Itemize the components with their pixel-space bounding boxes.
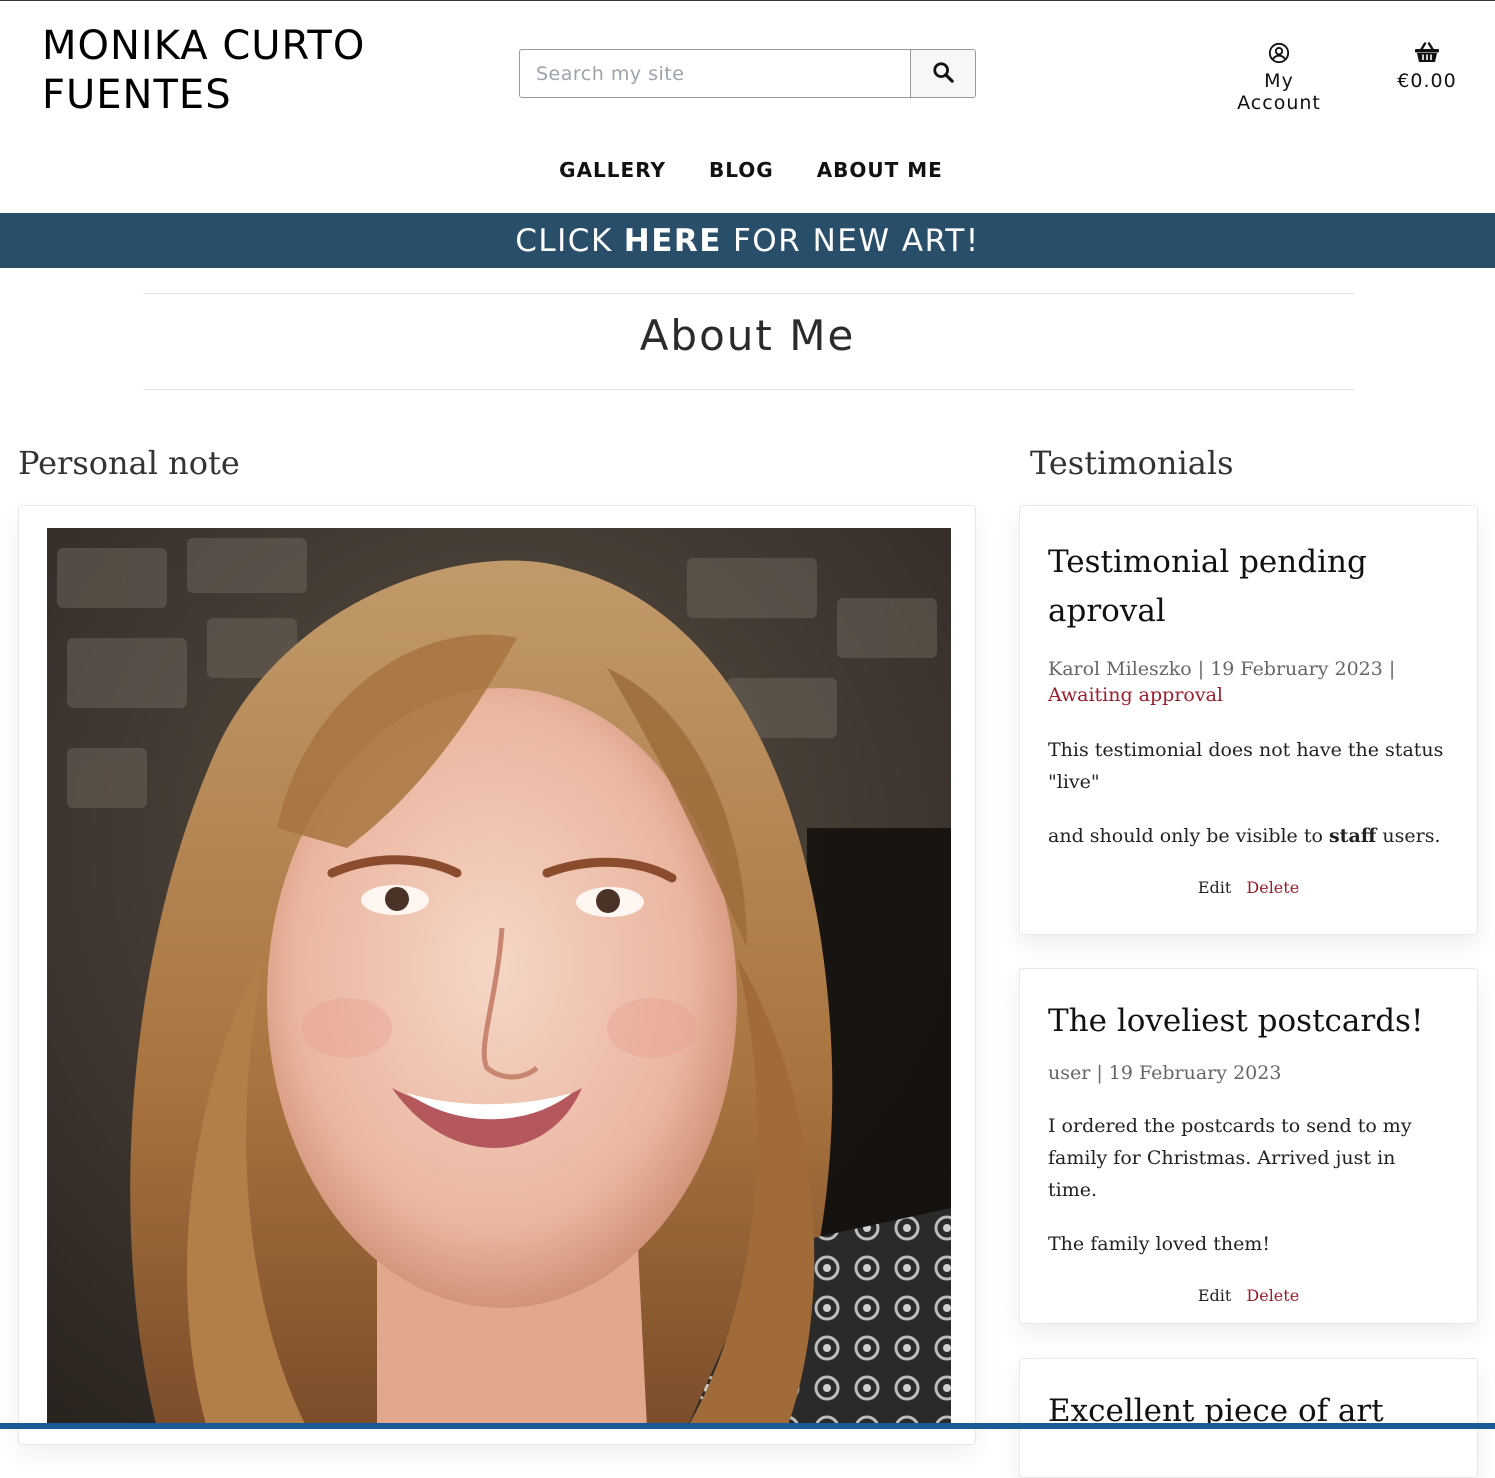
- account-label: My Account: [1237, 70, 1321, 114]
- personal-note-heading: Personal note: [18, 444, 240, 482]
- site-brand[interactable]: MONIKA CURTO FUENTES: [42, 22, 365, 120]
- nav-about-me[interactable]: ABOUT ME: [817, 158, 943, 182]
- testimonial-paragraph: and should only be visible to staff user…: [1048, 820, 1449, 852]
- testimonial-card: The loveliest postcards! user | 19 Febru…: [1019, 968, 1478, 1324]
- edit-link[interactable]: Edit: [1198, 1286, 1231, 1305]
- testimonial-paragraph: The family loved them!: [1048, 1233, 1270, 1255]
- testimonial-card: Excellent piece of art: [1019, 1358, 1478, 1478]
- testimonial-actions: Edit Delete: [1048, 878, 1449, 897]
- status-badge: Awaiting approval: [1048, 684, 1223, 706]
- artist-portrait: [47, 528, 951, 1428]
- text-segment: users.: [1376, 825, 1441, 847]
- staff-emphasis: staff: [1328, 825, 1377, 847]
- testimonial-paragraph: I ordered the postcards to send to my fa…: [1048, 1115, 1412, 1201]
- my-account-link[interactable]: My Account: [1220, 42, 1338, 114]
- brand-line-2: FUENTES: [42, 72, 232, 118]
- testimonial-body: This testimonial does not have the statu…: [1048, 734, 1449, 852]
- new-art-banner[interactable]: CLICK HERE FOR NEW ART!: [0, 213, 1495, 268]
- search-input[interactable]: [520, 50, 910, 97]
- text-segment: and should only be visible to: [1048, 825, 1329, 847]
- testimonial-card: Testimonial pending aproval Karol Milesz…: [1019, 505, 1478, 935]
- testimonial-meta: Karol Mileszko | 19 February 2023 | Awai…: [1048, 656, 1449, 708]
- testimonial-actions: Edit Delete: [1048, 1286, 1449, 1305]
- testimonial-body: I ordered the postcards to send to my fa…: [1048, 1110, 1449, 1260]
- testimonial-title[interactable]: The loveliest postcards!: [1048, 997, 1449, 1046]
- page-title: About Me: [639, 311, 856, 360]
- nav-gallery[interactable]: GALLERY: [559, 158, 666, 182]
- edit-link[interactable]: Edit: [1198, 878, 1231, 897]
- search-button[interactable]: [910, 50, 975, 97]
- nav-blog[interactable]: BLOG: [709, 158, 774, 182]
- cart-total: €0.00: [1397, 70, 1457, 92]
- brand-line-1: MONIKA CURTO: [42, 23, 366, 69]
- personal-note-card: [18, 505, 976, 1445]
- delete-link[interactable]: Delete: [1246, 1286, 1299, 1305]
- testimonial-title[interactable]: Testimonial pending aproval: [1048, 538, 1449, 636]
- divider-top: [143, 293, 1354, 294]
- banner-text-post: FOR NEW ART!: [732, 222, 980, 259]
- testimonial-paragraph: This testimonial does not have the statu…: [1048, 739, 1444, 793]
- testimonial-meta: user | 19 February 2023: [1048, 1060, 1449, 1086]
- banner-link-here[interactable]: HERE: [624, 223, 722, 259]
- user-circle-icon: [1268, 42, 1290, 68]
- divider-bottom: [143, 389, 1354, 390]
- main-nav: GALLERY BLOG ABOUT ME: [0, 158, 1495, 182]
- testimonial-author-date: user | 19 February 2023: [1048, 1062, 1282, 1084]
- testimonial-author-date: Karol Mileszko | 19 February 2023 |: [1048, 658, 1396, 680]
- delete-link[interactable]: Delete: [1246, 878, 1299, 897]
- cart-link[interactable]: €0.00: [1394, 42, 1460, 92]
- search-form: [519, 49, 976, 98]
- basket-icon: [1414, 42, 1440, 68]
- search-icon: [932, 61, 954, 87]
- top-border: [0, 0, 1495, 1]
- banner-text-pre: CLICK: [515, 222, 613, 259]
- testimonials-heading: Testimonials: [1030, 444, 1234, 482]
- bottom-edge-bar: [0, 1423, 1495, 1429]
